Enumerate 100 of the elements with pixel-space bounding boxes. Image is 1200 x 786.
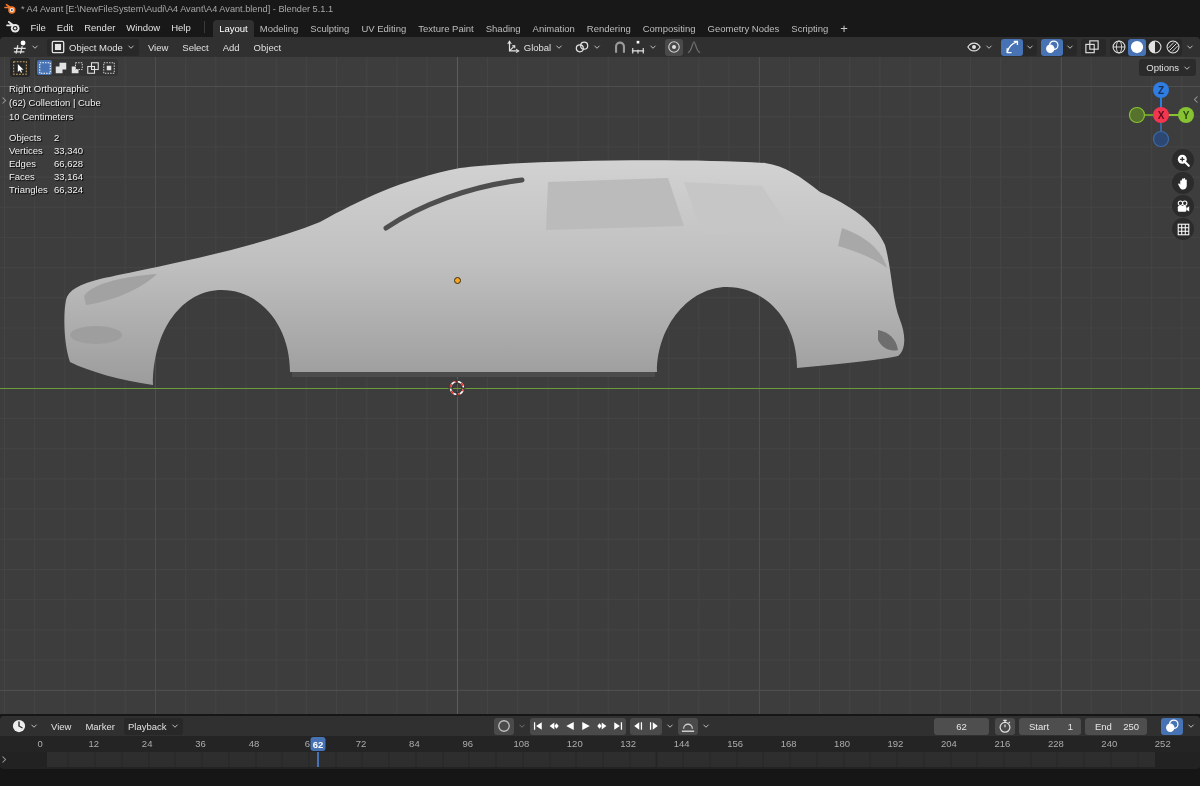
- camera-icon: [1176, 199, 1190, 213]
- stat-label: Triangles: [9, 184, 48, 196]
- chevron-down-icon[interactable]: [665, 722, 674, 730]
- keyframe-track[interactable]: [0, 752, 1200, 767]
- frame-number: 228: [1047, 738, 1064, 750]
- frame-number: 0: [37, 738, 43, 750]
- chevron-down-icon: [1183, 63, 1191, 72]
- solid-sphere-icon: [1130, 40, 1144, 54]
- frame-number: 6: [304, 738, 311, 750]
- chevron-down-icon[interactable]: [701, 722, 710, 730]
- pan-button[interactable]: [1172, 172, 1194, 194]
- bell-curve-icon[interactable]: [687, 40, 702, 54]
- orientation-dropdown[interactable]: Global: [501, 38, 568, 56]
- x-axis-handle[interactable]: X: [1153, 107, 1169, 123]
- dashed-box-cursor-icon: [13, 60, 27, 75]
- workspace-tab[interactable]: Shading: [479, 20, 527, 37]
- menu-item[interactable]: Window: [120, 18, 166, 37]
- select-box-tool-button[interactable]: [10, 58, 30, 77]
- diamond-triangle-right-icon: [596, 721, 607, 731]
- app-logo-icon: [4, 3, 16, 14]
- chevron-left-icon[interactable]: [1193, 95, 1199, 104]
- select-mode-set-button[interactable]: [37, 60, 52, 75]
- menu-item[interactable]: Edit: [51, 18, 79, 37]
- overlays-button[interactable]: [1161, 717, 1183, 735]
- chevron-down-icon[interactable]: [1186, 43, 1194, 51]
- frame-number: 168: [780, 738, 797, 750]
- y-axis-handle[interactable]: Y: [1178, 107, 1194, 123]
- end-frame-field[interactable]: End 250: [1085, 717, 1147, 735]
- select-mode-intersect-button[interactable]: [101, 60, 116, 75]
- start-frame-field[interactable]: Start 1: [1019, 717, 1081, 735]
- ring-icon: [496, 719, 511, 733]
- stat-label: Edges: [9, 158, 36, 170]
- header-menu[interactable]: Object: [248, 38, 287, 56]
- frame-number: 252: [1154, 738, 1171, 750]
- workspace-tab[interactable]: Modeling: [253, 20, 305, 37]
- gizmos-toggle[interactable]: [1001, 38, 1023, 56]
- header-menu[interactable]: Add: [217, 38, 245, 56]
- header-menu[interactable]: Marker: [80, 717, 120, 735]
- chevron-right-icon[interactable]: [1, 755, 7, 764]
- camera-view-button[interactable]: [1172, 195, 1194, 217]
- workspace-tab[interactable]: Sculpting: [304, 20, 356, 37]
- workspace-tab[interactable]: Compositing: [636, 20, 702, 37]
- linked-circles-icon: [575, 40, 590, 54]
- frame-number: 240: [1101, 738, 1118, 750]
- chevron-down-icon[interactable]: [1066, 43, 1074, 51]
- preview-range-button[interactable]: [995, 717, 1015, 735]
- frame-number: 36: [195, 738, 206, 750]
- frame-number: 120: [566, 738, 583, 750]
- header-menu[interactable]: View: [46, 717, 77, 735]
- origin-dot-icon: [454, 277, 461, 284]
- menu-item[interactable]: Help: [165, 18, 197, 37]
- chevron-down-icon[interactable]: [1187, 722, 1195, 730]
- curved-arrow-icon: [1005, 40, 1019, 54]
- playback-dropdown[interactable]: Playback: [124, 717, 183, 735]
- select-mode-difference-button[interactable]: [85, 60, 100, 75]
- menu-item[interactable]: Render: [78, 18, 121, 37]
- workspace-tab[interactable]: Scripting: [785, 20, 835, 37]
- grid-icon: [1176, 222, 1190, 236]
- chevron-down-icon[interactable]: [1026, 43, 1034, 51]
- workspace-tab[interactable]: UV Editing: [355, 20, 413, 37]
- proportional-editing-button[interactable]: [665, 38, 684, 56]
- projection-toggle-button[interactable]: [1172, 218, 1194, 240]
- workspace-tab[interactable]: Texture Paint: [412, 20, 480, 37]
- negative-axis-handle[interactable]: [1152, 130, 1170, 148]
- app-logo-icon[interactable]: [6, 20, 20, 33]
- select-mode-subtract-button[interactable]: [69, 60, 84, 75]
- grid-with-dot-icon: [13, 40, 27, 54]
- overlays-toggle[interactable]: [1041, 38, 1063, 56]
- header-menu[interactable]: Select: [177, 38, 214, 56]
- zoom-button[interactable]: [1172, 149, 1194, 171]
- keying-set-button[interactable]: [677, 717, 698, 735]
- viewport-canvas[interactable]: Right Orthographic (62) Collection | Cube 10 Centimeters Objects 2 Vertices 33,340 Edges 66,628 Faces 33,164 Triangles 66,324 Options Z X Y: [0, 57, 1200, 714]
- options-dropdown[interactable]: Options: [1139, 59, 1196, 76]
- wireframe-shading-button[interactable]: [1110, 38, 1128, 56]
- workspace-tab[interactable]: Animation: [526, 20, 581, 37]
- axes-icon: [505, 40, 520, 54]
- playhead[interactable]: 62: [310, 737, 326, 751]
- chevron-down-icon: [985, 43, 993, 51]
- rendered-shading-button[interactable]: [1164, 38, 1182, 56]
- frame-number: 108: [513, 738, 530, 750]
- current-frame-field[interactable]: 62: [934, 717, 989, 735]
- frame-number: 72: [355, 738, 367, 750]
- skip-to-start-icon: [532, 721, 543, 731]
- mode-dropdown[interactable]: Object Mode: [47, 38, 139, 56]
- solid-shading-button[interactable]: [1128, 38, 1146, 56]
- chevron-right-icon[interactable]: [1, 96, 7, 105]
- negative-axis-handle[interactable]: [1128, 106, 1146, 124]
- menu-item[interactable]: File: [25, 18, 52, 37]
- chevron-down-icon: [170, 722, 179, 730]
- dashed-ring-crosshair-icon[interactable]: [448, 379, 466, 397]
- workspace-tab[interactable]: Geometry Nodes: [701, 20, 786, 37]
- header-menu[interactable]: View: [142, 38, 174, 56]
- add-workspace-button[interactable]: +: [834, 20, 854, 37]
- clock-icon: [12, 719, 26, 733]
- workspace-tab[interactable]: Layout: [213, 20, 254, 37]
- material-shading-button[interactable]: [1146, 38, 1164, 56]
- workspace-tab[interactable]: Rendering: [580, 20, 637, 37]
- frame-number: 156: [727, 738, 744, 750]
- auto-keying-button[interactable]: [493, 717, 514, 735]
- select-mode-extend-button[interactable]: [53, 60, 68, 75]
